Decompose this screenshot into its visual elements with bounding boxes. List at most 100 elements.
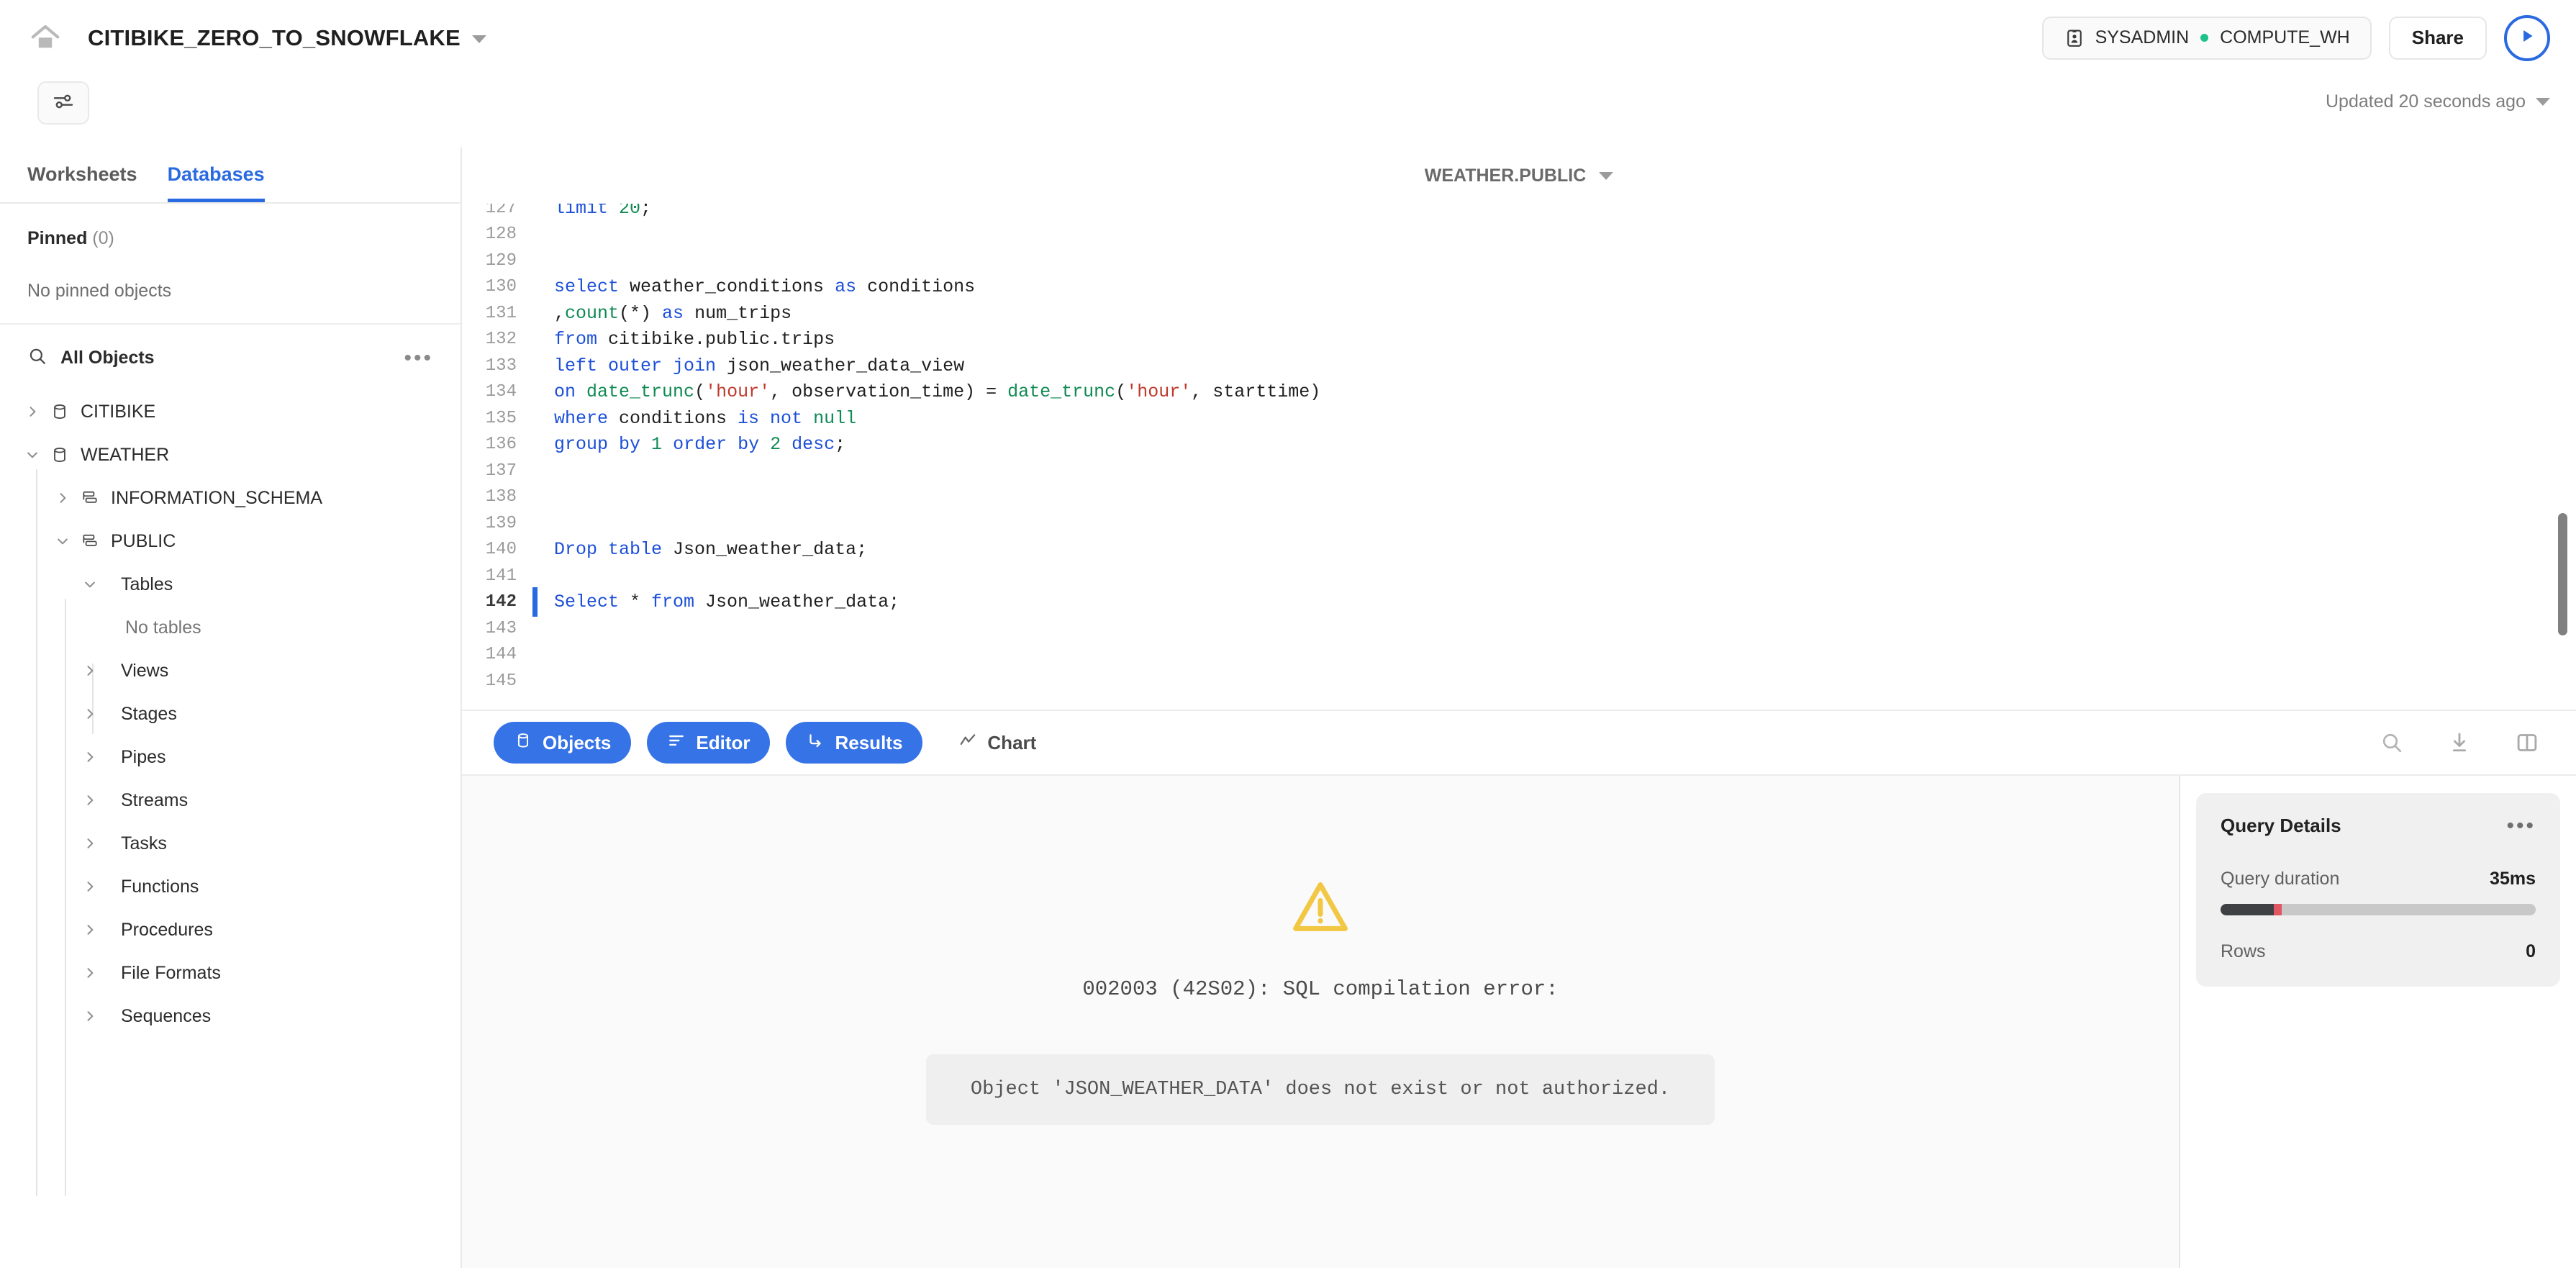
run-query-button[interactable]: [2504, 15, 2550, 61]
code-line[interactable]: 144: [462, 642, 2576, 669]
line-number: 136: [462, 435, 535, 454]
share-button[interactable]: Share: [2389, 17, 2487, 60]
code-line[interactable]: 137: [462, 458, 2576, 484]
chevron-right-icon[interactable]: [78, 923, 102, 937]
tree-node-streams[interactable]: Streams: [0, 779, 461, 822]
line-number: 145: [462, 671, 535, 691]
code-line[interactable]: 143: [462, 615, 2576, 642]
code-line[interactable]: 136 group by 1 order by 2 desc;: [462, 432, 2576, 458]
chevron-right-icon[interactable]: [78, 793, 102, 807]
code-line[interactable]: 127 limit 20;: [462, 204, 2576, 222]
pinned-section: Pinned (0) No pinned objects: [0, 204, 461, 325]
all-objects-row[interactable]: All Objects •••: [0, 325, 461, 383]
chevron-right-icon[interactable]: [78, 879, 102, 894]
code-line[interactable]: 134 on date_trunc('hour', observation_ti…: [462, 379, 2576, 406]
code-line[interactable]: 133 left outer join json_weather_data_vi…: [462, 353, 2576, 379]
database-context-dropdown[interactable]: WEATHER.PUBLIC: [1425, 166, 1614, 186]
query-details-header: Query Details •••: [2221, 815, 2536, 837]
code-line[interactable]: 138: [462, 484, 2576, 511]
code-line[interactable]: 129: [462, 248, 2576, 274]
line-number: 139: [462, 514, 535, 533]
split-panel-icon[interactable]: [2513, 728, 2541, 757]
tree-node-procedures[interactable]: Procedures: [0, 908, 461, 951]
query-duration-bar: [2221, 904, 2536, 915]
tree-node-citibike[interactable]: CITIBIKE: [0, 390, 461, 433]
context-pill[interactable]: SYSADMIN COMPUTE_WH: [2042, 17, 2372, 60]
tree-node-label: No tables: [125, 617, 201, 638]
line-number: 130: [462, 277, 535, 296]
code-line-active[interactable]: 142 Select * from Json_weather_data;: [462, 589, 2576, 616]
database-icon: [45, 445, 75, 464]
chevron-right-icon[interactable]: [78, 966, 102, 980]
code-line[interactable]: 130 select weather_conditions as conditi…: [462, 274, 2576, 301]
chevron-right-icon[interactable]: [78, 836, 102, 851]
worksheet-title-dropdown[interactable]: CITIBIKE_ZERO_TO_SNOWFLAKE: [88, 25, 486, 51]
query-details-title: Query Details: [2221, 815, 2341, 837]
ellipsis-icon[interactable]: •••: [404, 352, 433, 365]
code-line[interactable]: 145: [462, 668, 2576, 694]
code-line[interactable]: 128: [462, 222, 2576, 248]
role-label: SYSADMIN: [2095, 27, 2190, 48]
line-content: left outer join json_weather_data_view: [535, 356, 2576, 376]
chevron-down-icon[interactable]: [50, 534, 75, 548]
search-icon[interactable]: [27, 346, 47, 370]
code-line[interactable]: 135 where conditions is not null: [462, 405, 2576, 432]
toggle-editor-button[interactable]: Editor: [647, 722, 770, 764]
bar-segment-compilation: [2221, 904, 2274, 915]
chevron-right-icon[interactable]: [78, 707, 102, 721]
home-icon[interactable]: [22, 14, 69, 62]
tree-node-tables[interactable]: Tables: [0, 563, 461, 606]
code-line[interactable]: 131 ,count(*) as num_trips: [462, 300, 2576, 327]
sidebar-tabs: Worksheets Databases: [0, 148, 461, 204]
chevron-right-icon[interactable]: [78, 664, 102, 678]
editor-vertical-scrollbar[interactable]: [2558, 513, 2567, 635]
filter-settings-button[interactable]: [37, 81, 89, 124]
top-bar-actions: SYSADMIN COMPUTE_WH Share: [2042, 15, 2550, 61]
tree-node-label: Streams: [121, 790, 188, 811]
tree-node-label: INFORMATION_SCHEMA: [111, 488, 322, 509]
code-line[interactable]: 141: [462, 563, 2576, 589]
role-badge-icon: [2064, 27, 2085, 49]
tree-node-public[interactable]: PUBLIC: [0, 520, 461, 563]
tree-node-sequences[interactable]: Sequences: [0, 995, 461, 1038]
tree-node-views[interactable]: Views: [0, 649, 461, 692]
search-icon[interactable]: [2377, 728, 2406, 757]
pinned-header: Pinned (0): [27, 228, 433, 249]
tab-worksheets[interactable]: Worksheets: [27, 163, 137, 202]
updated-timestamp-dropdown[interactable]: Updated 20 seconds ago: [2326, 91, 2550, 112]
chevron-down-icon: [1599, 172, 1613, 180]
tree-node-weather[interactable]: WEATHER: [0, 433, 461, 476]
line-number: 128: [462, 225, 535, 244]
tree-node-file-formats[interactable]: File Formats: [0, 951, 461, 995]
tree-node-no-tables: No tables: [0, 606, 461, 649]
warehouse-label: COMPUTE_WH: [2220, 27, 2350, 48]
code-area[interactable]: 127 limit 20; 128 129 130 select weather…: [462, 204, 2576, 710]
tab-databases[interactable]: Databases: [168, 163, 265, 202]
chevron-right-icon[interactable]: [78, 1009, 102, 1023]
ellipsis-icon[interactable]: •••: [2506, 820, 2536, 833]
tree-node-functions[interactable]: Functions: [0, 865, 461, 908]
chevron-down-icon[interactable]: [20, 448, 45, 462]
chevron-right-icon[interactable]: [20, 404, 45, 419]
toggle-results-button[interactable]: Results: [786, 722, 922, 764]
tree-node-label: Tasks: [121, 833, 167, 854]
chevron-right-icon[interactable]: [50, 491, 75, 505]
chevron-right-icon[interactable]: [78, 750, 102, 764]
share-label: Share: [2412, 27, 2464, 49]
sliders-icon: [52, 90, 75, 117]
download-icon[interactable]: [2445, 728, 2474, 757]
code-line[interactable]: 139: [462, 510, 2576, 537]
tree-node-information-schema[interactable]: INFORMATION_SCHEMA: [0, 476, 461, 520]
pinned-count: (0): [92, 228, 114, 248]
code-line[interactable]: 132 from citibike.public.trips: [462, 327, 2576, 353]
code-line[interactable]: 140 Drop table Json_weather_data;: [462, 537, 2576, 563]
chevron-down-icon[interactable]: [78, 577, 102, 592]
query-rows-row: Rows 0: [2221, 941, 2536, 962]
sql-editor[interactable]: 127 limit 20; 128 129 130 select weather…: [462, 204, 2576, 710]
view-toolbar: Objects Editor Res: [462, 710, 2576, 776]
tree-node-pipes[interactable]: Pipes: [0, 735, 461, 779]
tree-node-tasks[interactable]: Tasks: [0, 822, 461, 865]
toggle-objects-button[interactable]: Objects: [494, 722, 631, 764]
tree-node-stages[interactable]: Stages: [0, 692, 461, 735]
toggle-chart-button[interactable]: Chart: [938, 722, 1056, 764]
